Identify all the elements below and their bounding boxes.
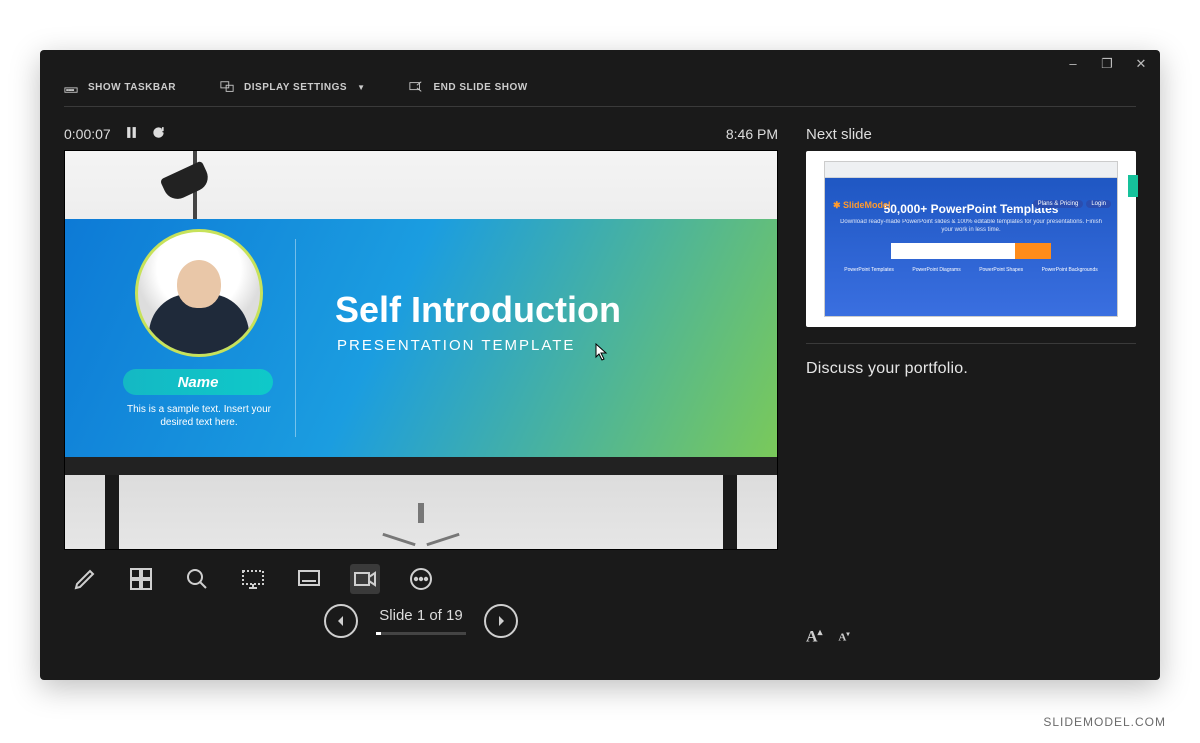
thumb-sub: Download ready-made PowerPoint slides & …: [835, 219, 1107, 235]
thumb-pricing: Plans & Pricing: [1033, 200, 1084, 208]
current-clock: 8:46 PM: [726, 126, 778, 142]
avatar: [135, 229, 263, 357]
end-slideshow-icon: [409, 80, 423, 94]
black-screen-button[interactable]: [238, 564, 268, 594]
next-slide-thumbnail[interactable]: ✱ SlideModel Plans & Pricing Login 50,00…: [806, 151, 1136, 327]
thumb-caps: PowerPoint Templates PowerPoint Diagrams…: [835, 267, 1107, 273]
notes-font-controls: A▴ A▾: [806, 627, 850, 646]
next-slide-button[interactable]: [484, 604, 518, 638]
taskbar-icon: [64, 80, 78, 94]
show-taskbar-button[interactable]: SHOW TASKBAR: [64, 80, 176, 94]
more-options-button[interactable]: [406, 564, 436, 594]
toolbar-divider: [64, 106, 1136, 107]
slide-counter: Slide 1 of 19: [379, 607, 462, 624]
thumb-search: [891, 243, 1051, 259]
slide-progress: [376, 632, 466, 635]
current-slide-panel: 0:00:07 8:46 PM: [64, 126, 778, 660]
slide-nav: Slide 1 of 19: [64, 604, 778, 638]
watermark: SLIDEMODEL.COM: [1043, 715, 1166, 729]
slide-title: Self Introduction: [335, 289, 621, 331]
next-slide-heading: Next slide: [806, 126, 1136, 143]
slide-subtitle: PRESENTATION TEMPLATE: [337, 337, 575, 354]
display-settings-label: DISPLAY SETTINGS: [244, 82, 347, 93]
display-settings-button[interactable]: DISPLAY SETTINGS ▼: [220, 80, 365, 94]
show-taskbar-label: SHOW TASKBAR: [88, 82, 176, 93]
table-leg: [723, 475, 737, 549]
zoom-button[interactable]: [182, 564, 212, 594]
cursor-icon: [595, 343, 609, 366]
close-button[interactable]: ✕: [1132, 56, 1150, 72]
elapsed-time: 0:00:07: [64, 126, 111, 142]
thumb-login: Login: [1086, 200, 1111, 208]
minimize-button[interactable]: –: [1064, 56, 1082, 72]
table-leg: [105, 475, 119, 549]
end-slideshow-label: END SLIDE SHOW: [433, 82, 527, 93]
flag-icon: [1128, 175, 1138, 197]
panel-divider: [806, 343, 1136, 344]
presenter-tools: [64, 564, 778, 594]
chair-graphic: [376, 503, 466, 541]
pause-timer-button[interactable]: [125, 126, 138, 142]
chevron-down-icon: ▼: [357, 83, 365, 92]
name-badge: Name: [123, 369, 273, 395]
prev-slide-button[interactable]: [324, 604, 358, 638]
timer-row: 0:00:07 8:46 PM: [64, 126, 778, 142]
end-slideshow-button[interactable]: END SLIDE SHOW: [409, 80, 527, 94]
speaker-notes[interactable]: Discuss your portfolio.: [806, 360, 1136, 378]
see-all-slides-button[interactable]: [126, 564, 156, 594]
sample-text: This is a sample text. Insert your desir…: [115, 403, 283, 429]
display-settings-icon: [220, 80, 234, 94]
restore-button[interactable]: ❐: [1098, 56, 1116, 72]
table-graphic: [65, 457, 777, 475]
next-slide-panel: Next slide ✱ SlideModel Plans & Pricing …: [806, 126, 1136, 660]
thumb-brand: ✱ SlideModel: [833, 200, 891, 211]
camera-button[interactable]: [350, 564, 380, 594]
window-controls: – ❐ ✕: [1064, 56, 1150, 72]
pen-tool-button[interactable]: [70, 564, 100, 594]
increase-font-button[interactable]: A▴: [806, 627, 822, 646]
decrease-font-button[interactable]: A▾: [838, 630, 849, 644]
reset-timer-button[interactable]: [152, 126, 165, 142]
current-slide[interactable]: Name This is a sample text. Insert your …: [64, 150, 778, 550]
top-toolbar: SHOW TASKBAR DISPLAY SETTINGS ▼ END SLID…: [40, 72, 1160, 102]
presenter-view-window: – ❐ ✕ SHOW TASKBAR DISPLAY SETTINGS ▼ EN…: [40, 50, 1160, 680]
subtitles-button[interactable]: [294, 564, 324, 594]
browser-mock: ✱ SlideModel Plans & Pricing Login 50,00…: [824, 161, 1118, 317]
